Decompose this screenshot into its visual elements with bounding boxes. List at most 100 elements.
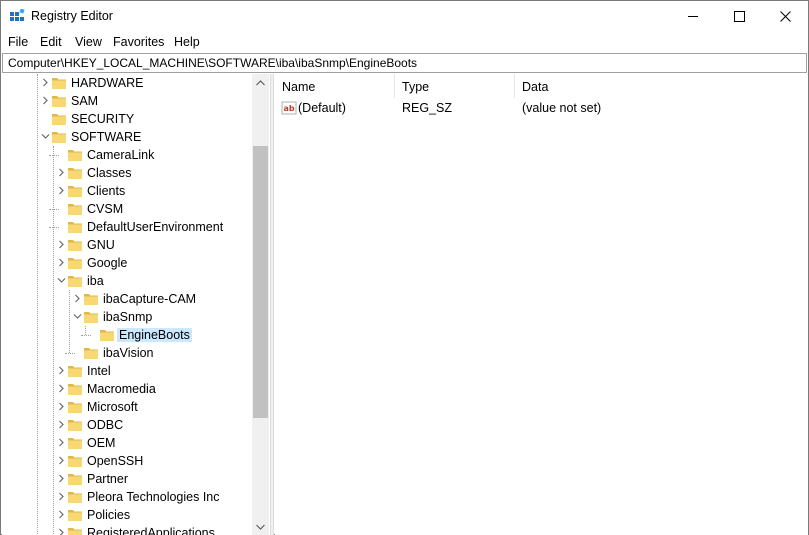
chevron-down-icon[interactable] (57, 276, 66, 285)
scroll-up-button[interactable] (252, 74, 269, 91)
tree-item-ibacapture-cam[interactable]: ibaCapture-CAM (2, 290, 252, 308)
menu-view[interactable]: View (75, 35, 102, 49)
chevron-right-icon[interactable] (57, 402, 66, 411)
tree-item-gnu[interactable]: GNU (2, 236, 252, 254)
column-header-name[interactable]: Name (275, 74, 395, 98)
value-row[interactable]: ab (Default) REG_SZ (value not set) (275, 99, 808, 117)
folder-icon (68, 402, 82, 413)
menu-file[interactable]: File (8, 35, 28, 49)
tree-item-cvsm[interactable]: CVSM (2, 200, 252, 218)
chevron-right-icon[interactable] (57, 420, 66, 429)
chevron-right-icon[interactable] (73, 294, 82, 303)
maximize-button[interactable] (716, 1, 762, 32)
tree-item-ibavision[interactable]: ibaVision (2, 344, 252, 362)
tree-item-defaultuserenvironment[interactable]: DefaultUserEnvironment (2, 218, 252, 236)
tree-item-google[interactable]: Google (2, 254, 252, 272)
tree-item-label: CameraLink (87, 148, 155, 162)
chevron-right-icon[interactable] (57, 186, 66, 195)
chevron-down-icon[interactable] (41, 132, 50, 141)
tree-item-label: RegisteredApplications (87, 526, 215, 535)
tree-item-clients[interactable]: Clients (2, 182, 252, 200)
tree-item-label: GNU (87, 238, 115, 252)
tree-item-security[interactable]: SECURITY (2, 110, 252, 128)
folder-icon (68, 222, 82, 233)
chevron-right-icon[interactable] (57, 240, 66, 249)
chevron-right-icon[interactable] (57, 366, 66, 375)
folder-icon (68, 204, 82, 215)
scroll-down-button[interactable] (252, 518, 269, 535)
tree-item-software[interactable]: SOFTWARE (2, 128, 252, 146)
close-icon (779, 11, 791, 22)
tree-item-label: Classes (87, 166, 132, 180)
menu-edit[interactable]: Edit (40, 35, 62, 49)
menu-help[interactable]: Help (174, 35, 200, 49)
close-button[interactable] (762, 1, 808, 32)
folder-icon (68, 456, 82, 467)
tree-item-hardware[interactable]: HARDWARE (2, 74, 252, 92)
column-header-data[interactable]: Data (515, 74, 808, 98)
tree-item-classes[interactable]: Classes (2, 164, 252, 182)
tree-item-iba[interactable]: iba (2, 272, 252, 290)
tree-item-microsoft[interactable]: Microsoft (2, 398, 252, 416)
chevron-right-icon[interactable] (57, 492, 66, 501)
chevron-right-icon[interactable] (57, 168, 66, 177)
chevron-right-icon[interactable] (41, 96, 50, 105)
tree-guide-line (53, 146, 54, 535)
folder-icon (68, 528, 82, 535)
tree-item-label: ODBC (87, 418, 124, 432)
tree-connector (49, 155, 59, 156)
folder-icon (52, 96, 66, 107)
scroll-thumb[interactable] (253, 146, 268, 418)
tree-item-odbc[interactable]: ODBC (2, 416, 252, 434)
pane-splitter[interactable] (270, 74, 274, 535)
tree-item-label: EngineBoots (117, 328, 192, 342)
title-bar[interactable]: Registry Editor (1, 1, 808, 32)
tree-item-cameralink[interactable]: CameraLink (2, 146, 252, 164)
chevron-right-icon[interactable] (57, 510, 66, 519)
menu-bar: File Edit View Favorites Help (1, 32, 808, 52)
tree-connector (49, 227, 59, 228)
tree-item-openssh[interactable]: OpenSSH (2, 452, 252, 470)
chevron-right-icon[interactable] (57, 384, 66, 393)
tree-item-label: Clients (87, 184, 126, 198)
tree-item-intel[interactable]: Intel (2, 362, 252, 380)
tree-item-engineboots[interactable]: EngineBoots (2, 326, 252, 344)
tree-guide-line (69, 290, 70, 353)
tree-item-label: SOFTWARE (71, 130, 142, 144)
tree-item-label: Partner (87, 472, 128, 486)
folder-icon (68, 510, 82, 521)
svg-text:ab: ab (284, 104, 295, 113)
chevron-right-icon[interactable] (57, 474, 66, 483)
column-header-type[interactable]: Type (395, 74, 515, 98)
column-header-data-label: Data (522, 80, 549, 94)
address-bar[interactable]: Computer\HKEY_LOCAL_MACHINE\SOFTWARE\iba… (2, 53, 807, 73)
tree-item-registeredapplications[interactable]: RegisteredApplications (2, 524, 252, 535)
tree-item-sam[interactable]: SAM (2, 92, 252, 110)
chevron-right-icon[interactable] (57, 528, 66, 535)
tree-item-oem[interactable]: OEM (2, 434, 252, 452)
key-tree-pane[interactable]: HARDWARE SAM SECURITY SOFTWARE CameraLink Cla… (2, 74, 270, 535)
chevron-down-icon[interactable] (73, 312, 82, 321)
value-type: REG_SZ (402, 101, 453, 115)
column-header-type-label: Type (402, 80, 430, 94)
column-header-name-label: Name (282, 80, 316, 94)
tree-connector (49, 209, 59, 210)
chevron-up-icon (256, 79, 265, 85)
minimize-icon (687, 16, 698, 17)
chevron-right-icon[interactable] (57, 456, 66, 465)
minimize-button[interactable] (670, 1, 716, 32)
chevron-right-icon[interactable] (57, 258, 66, 267)
menu-favorites[interactable]: Favorites (113, 35, 164, 49)
folder-icon (100, 330, 114, 341)
tree-item-partner[interactable]: Partner (2, 470, 252, 488)
chevron-right-icon[interactable] (57, 438, 66, 447)
tree-item-pleora-technologies-inc[interactable]: Pleora Technologies Inc (2, 488, 252, 506)
tree-item-macromedia[interactable]: Macromedia (2, 380, 252, 398)
tree-item-label: ibaVision (103, 346, 154, 360)
values-list-pane[interactable]: Name Type Data ab (Default) REG_SZ (valu… (275, 74, 808, 535)
folder-icon (84, 348, 98, 359)
tree-vertical-scrollbar[interactable] (252, 74, 269, 535)
chevron-right-icon[interactable] (41, 78, 50, 87)
tree-item-ibasnmp[interactable]: ibaSnmp (2, 308, 252, 326)
tree-item-policies[interactable]: Policies (2, 506, 252, 524)
